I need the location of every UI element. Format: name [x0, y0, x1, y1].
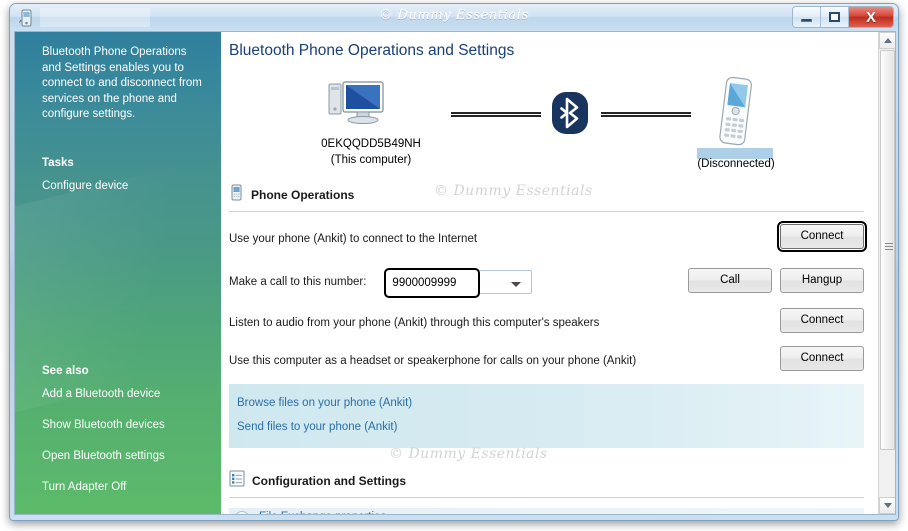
client-area: Bluetooth Phone Operations and Settings …	[14, 31, 896, 515]
chevron-down-icon[interactable]	[511, 282, 522, 287]
phone-number-combobox[interactable]	[384, 268, 533, 298]
operation-label-call: Make a call to this number:	[229, 276, 367, 288]
scrollbar-thumb[interactable]	[880, 50, 895, 450]
sidebar-item-show-bluetooth-devices[interactable]: Show Bluetooth devices	[42, 418, 211, 433]
scroll-up-arrow-icon	[883, 38, 892, 43]
maximize-icon	[829, 12, 840, 22]
operation-row-internet: Use your phone (Ankit) to connect to the…	[229, 221, 867, 254]
settings-list-icon	[229, 470, 245, 492]
sidebar-item-open-bluetooth-settings[interactable]: Open Bluetooth settings	[42, 449, 211, 464]
operation-row-headset: Use this computer as a headset or speake…	[229, 346, 864, 376]
hangup-button[interactable]: Hangup	[780, 268, 864, 293]
file-exchange-properties-row[interactable]: File Exchange properties	[229, 508, 864, 514]
scroll-down-arrow-icon	[883, 503, 892, 508]
browse-files-link[interactable]: Browse files on your phone (Ankit)	[237, 391, 864, 415]
main-content: Bluetooth Phone Operations and Settings	[221, 32, 895, 514]
mobile-phone-icon	[708, 74, 762, 155]
section-watermark: © Dummy Essentials	[389, 446, 548, 462]
connection-line-left	[451, 112, 541, 117]
title-field-backdrop	[40, 8, 150, 27]
scrollable-content: Bluetooth Phone Operations and Settings	[221, 32, 878, 514]
window-controls: X	[792, 6, 894, 28]
configuration-section: Configuration and Settings © Dummy Essen…	[229, 446, 864, 498]
scroll-down-button[interactable]	[879, 497, 895, 514]
operation-label-audio: Listen to audio from your phone (Ankit) …	[229, 317, 600, 329]
sidebar-see-also-heading: See also	[42, 365, 89, 377]
computer-label: 0EKQQDD5B49NH (This computer)	[261, 136, 481, 168]
phone-status-label: (Disconnected)	[697, 158, 775, 170]
sidebar-tasks-heading: Tasks	[42, 156, 74, 169]
configuration-heading: Configuration and Settings	[252, 474, 406, 488]
title-bar[interactable]: © Dummy Essentials X	[10, 4, 898, 31]
connect-button-headset[interactable]: Connect	[780, 346, 864, 371]
device-connection-diagram: 0EKQQDD5B49NH (This computer) (Disconnec…	[221, 66, 878, 184]
minimize-icon	[801, 18, 812, 22]
configuration-header: Configuration and Settings © Dummy Essen…	[229, 446, 864, 498]
mobile-phone-icon	[229, 184, 244, 206]
phone-operations-header: Phone Operations © Dummy Essentials	[229, 183, 864, 212]
connect-button-audio[interactable]: Connect	[780, 308, 864, 333]
file-exchange-icon	[234, 511, 250, 514]
scroll-up-button[interactable]	[879, 32, 895, 49]
file-transfer-links: Browse files on your phone (Ankit) Send …	[229, 384, 864, 448]
operation-row-audio: Listen to audio from your phone (Ankit) …	[229, 308, 864, 338]
operation-label-internet: Use your phone (Ankit) to connect to the…	[229, 233, 478, 245]
section-watermark: © Dummy Essentials	[434, 183, 593, 199]
file-exchange-properties-label: File Exchange properties	[259, 511, 386, 514]
sidebar-description: Bluetooth Phone Operations and Settings …	[42, 46, 202, 120]
computer-name: 0EKQQDD5B49NH	[321, 138, 421, 150]
phone-operations-section: Phone Operations © Dummy Essentials	[229, 183, 864, 212]
connect-button-internet[interactable]: Connect	[777, 221, 867, 252]
connection-line-right	[601, 112, 691, 117]
computer-sublabel: (This computer)	[330, 154, 412, 166]
sidebar-see-also-group: See also Add a Bluetooth device Show Blu…	[42, 365, 211, 511]
sidebar-item-add-bluetooth-device[interactable]: Add a Bluetooth device	[42, 387, 211, 402]
application-window: © Dummy Essentials X Bluetooth Phone Ope…	[9, 3, 899, 521]
maximize-button[interactable]	[821, 7, 849, 27]
operation-label-headset: Use this computer as a headset or speake…	[229, 355, 637, 367]
phone-operations-heading: Phone Operations	[251, 188, 355, 202]
bluetooth-icon	[548, 90, 592, 141]
page-title: Bluetooth Phone Operations and Settings	[229, 42, 515, 59]
desktop-computer-icon	[327, 78, 389, 135]
scrollbar-grip-icon	[885, 243, 893, 252]
sidebar-item-configure-device[interactable]: Configure device	[42, 179, 207, 194]
close-button[interactable]: X	[849, 7, 893, 27]
vertical-scrollbar[interactable]	[878, 32, 895, 514]
sidebar: Bluetooth Phone Operations and Settings …	[15, 32, 221, 514]
operation-row-call: Make a call to this number: Call Hangup	[229, 264, 864, 300]
minimize-button[interactable]	[793, 7, 821, 27]
sidebar-item-turn-adapter-off[interactable]: Turn Adapter Off	[42, 480, 211, 495]
close-icon: X	[865, 8, 876, 26]
phone-number-input[interactable]	[384, 268, 481, 298]
desktop-background: © Dummy Essentials X Bluetooth Phone Ope…	[0, 0, 908, 531]
call-button[interactable]: Call	[688, 268, 772, 293]
send-files-link[interactable]: Send files to your phone (Ankit)	[237, 415, 864, 439]
mobile-phone-icon	[18, 9, 35, 27]
